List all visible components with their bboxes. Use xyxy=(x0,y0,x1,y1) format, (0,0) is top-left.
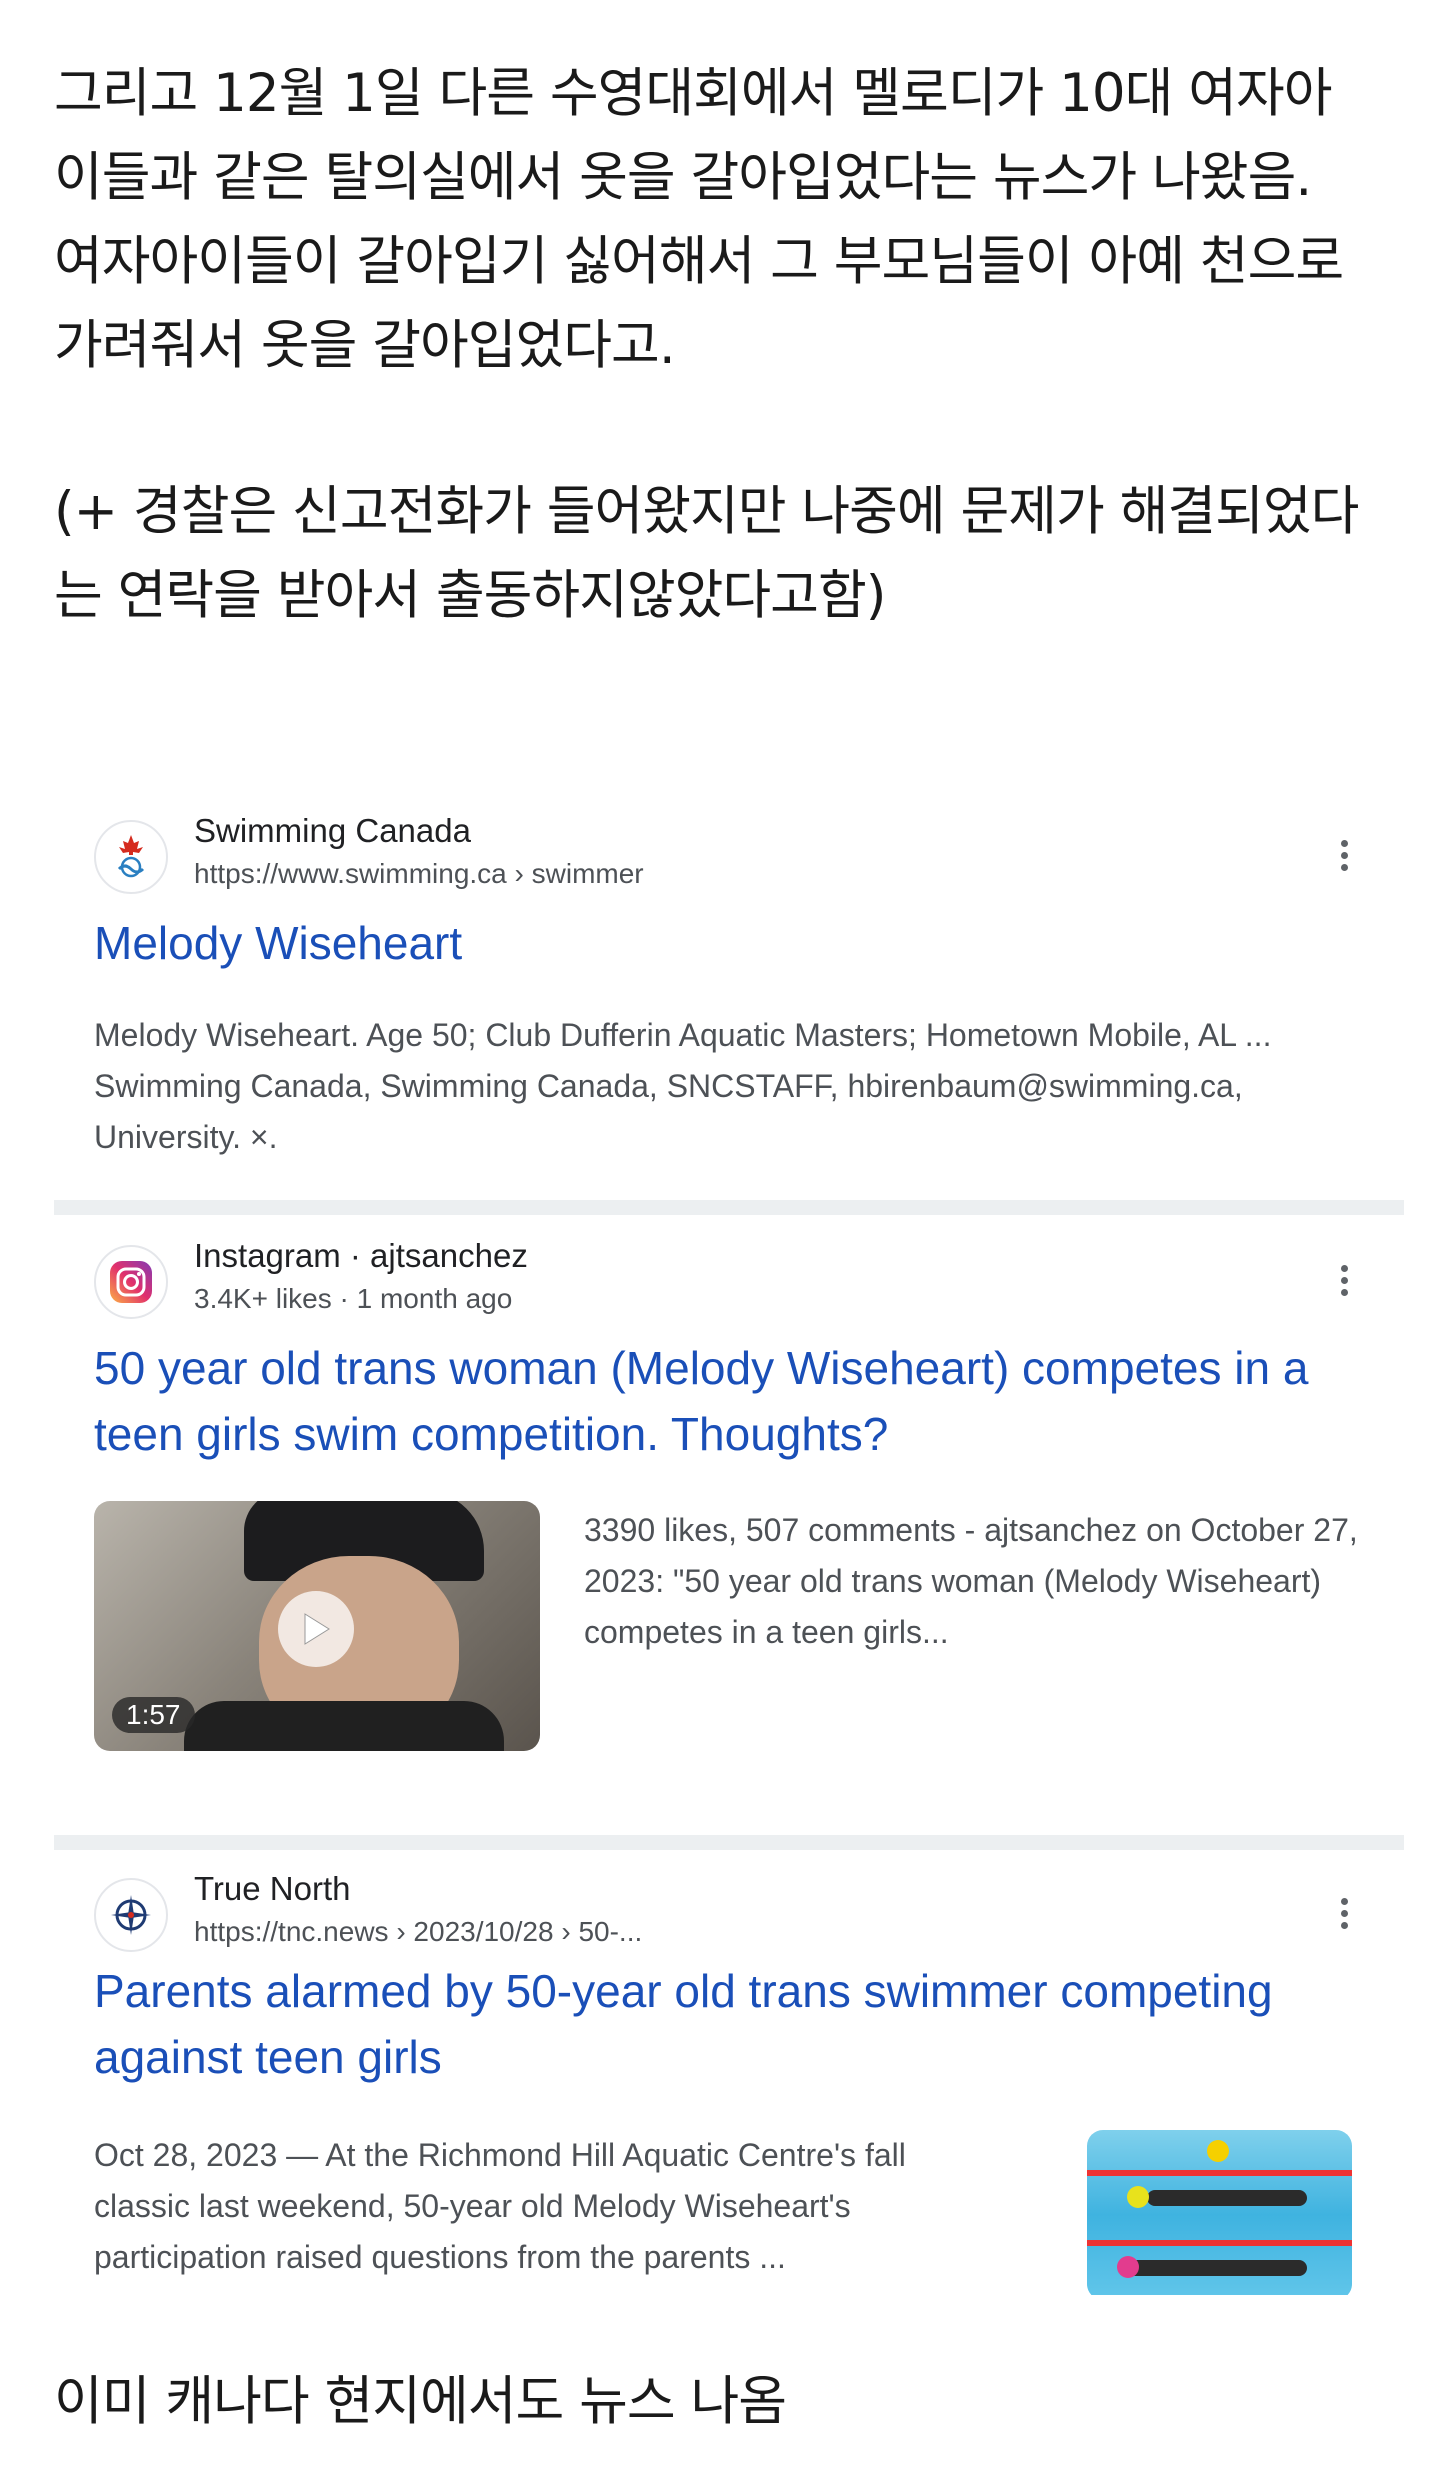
pool-lane-line xyxy=(1087,2240,1352,2246)
search-results-screenshot: Swimming Canada https://www.swimming.ca … xyxy=(54,790,1404,2295)
result-title-link[interactable]: 50 year old trans woman (Melody Wisehear… xyxy=(94,1335,1374,1467)
more-options-icon[interactable] xyxy=(1324,830,1364,880)
video-thumbnail[interactable]: 1:57 xyxy=(94,1501,540,1751)
result-snippet: 3390 likes, 507 comments - ajtsanchez on… xyxy=(584,1512,1358,1650)
search-result-instagram[interactable]: Instagram · ajtsanchez 3.4K+ likes · 1 m… xyxy=(54,1215,1404,1835)
true-north-compass-icon xyxy=(94,1878,168,1952)
result-site-name[interactable]: Swimming Canada xyxy=(194,812,471,850)
result-snippet: Oct 28, 2023 — At the Richmond Hill Aqua… xyxy=(94,2137,906,2275)
play-icon[interactable] xyxy=(278,1591,354,1667)
result-url[interactable]: https://www.swimming.ca › swimmer xyxy=(194,858,644,890)
more-options-icon[interactable] xyxy=(1324,1888,1364,1938)
result-separator xyxy=(54,1200,1404,1215)
pool-lane-line xyxy=(1087,2170,1352,2176)
post-paragraph-police-note: (+ 경찰은 신고전화가 들어왔지만 나중에 문제가 해결되었다 는 연락을 받… xyxy=(54,481,1359,626)
result-site-name[interactable]: True North xyxy=(194,1870,351,1908)
swim-cap-shape xyxy=(1117,2256,1139,2278)
search-result-swimming-canada[interactable]: Swimming Canada https://www.swimming.ca … xyxy=(54,790,1404,1200)
result-site-name[interactable]: Instagram · ajtsanchez xyxy=(194,1237,528,1275)
result-snippet: Melody Wiseheart. Age 50; Club Dufferin … xyxy=(94,1017,1272,1155)
result-title-link[interactable]: Melody Wiseheart xyxy=(94,910,1374,976)
post-paragraph-intro: 그리고 12월 1일 다른 수영대회에서 멜로디가 10대 여자아 이들과 같은… xyxy=(54,63,1344,376)
search-result-true-north[interactable]: True North https://tnc.news › 2023/10/28… xyxy=(54,1848,1404,2295)
swim-cap-shape xyxy=(1127,2186,1149,2208)
instagram-icon xyxy=(94,1245,168,1319)
thumbnail-shirt-shape xyxy=(184,1701,504,1751)
swim-cap-shape xyxy=(1207,2140,1229,2162)
swimming-canada-maple-leaf-icon xyxy=(94,820,168,894)
more-options-icon[interactable] xyxy=(1324,1255,1364,1305)
swimmer-shape xyxy=(1127,2260,1307,2276)
result-title-link[interactable]: Parents alarmed by 50-year old trans swi… xyxy=(94,1958,1374,2090)
result-url[interactable]: https://tnc.news › 2023/10/28 › 50-... xyxy=(194,1916,642,1948)
news-thumbnail[interactable] xyxy=(1087,2130,1352,2295)
video-duration-badge: 1:57 xyxy=(112,1697,195,1733)
result-meta: 3.4K+ likes · 1 month ago xyxy=(194,1283,513,1314)
swimmer-shape xyxy=(1147,2190,1307,2206)
post-paragraph-closing: 이미 캐나다 현지에서도 뉴스 나옴 xyxy=(54,2371,787,2432)
